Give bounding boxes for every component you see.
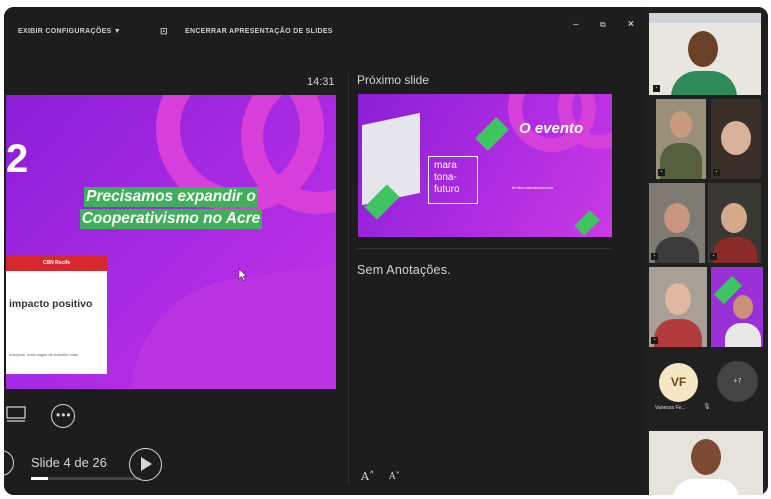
participants-panel: ▪ ▪ ▪ ▪ ▪ ▪ [644, 7, 768, 495]
slide-headline: Precisamos expandir o Cooperativismo no … [56, 186, 286, 230]
participant-shirt [654, 319, 702, 347]
participant-face [733, 295, 753, 319]
ellipsis-icon: ••• [56, 408, 72, 422]
headline-line-2: Cooperativismo no Acre [79, 209, 263, 229]
background-shelf [649, 13, 761, 23]
presenter-toolbar: EXIBIR CONFIGURAÇÕES ▼ ⊡ ENCERRAR APRESE… [4, 7, 644, 51]
participant-face [721, 203, 747, 233]
card-small-text: unicípios, mais vagas de trabalho mias. [9, 352, 80, 357]
mic-icon: ▪ [710, 253, 717, 260]
slide-decoration [115, 256, 336, 389]
avatar[interactable]: VF [659, 363, 698, 402]
next-slide-button[interactable] [129, 448, 162, 481]
increase-font-icon[interactable]: A˄ [361, 470, 374, 483]
slide-number-fragment: 2 [6, 137, 29, 181]
label-line: mara [434, 160, 457, 171]
clock: 14:31 [307, 76, 335, 88]
current-slide[interactable]: 2 Precisamos expandir o Cooperativismo n… [6, 95, 336, 389]
mouse-cursor-icon [238, 268, 247, 281]
participant-shirt [660, 143, 702, 179]
speaker-notes: Sem Anotações. [357, 263, 451, 277]
mic-icon: ▪ [653, 85, 660, 92]
next-slide-label: Próximo slide [357, 73, 430, 87]
participant-shirt [673, 479, 739, 495]
participant-face [665, 283, 691, 315]
maratona-label: mara tona- futuro [428, 156, 478, 204]
participant-face [721, 121, 751, 155]
mic-icon: 🎙 [703, 404, 711, 410]
participant-video[interactable]: ▪ [656, 99, 706, 179]
more-participants-button[interactable]: +7 [717, 361, 758, 402]
meeting-window: EXIBIR CONFIGURAÇÕES ▼ ⊡ ENCERRAR APRESE… [4, 7, 768, 495]
restore-button[interactable]: ⧉ [600, 20, 606, 30]
label-line: tona- [434, 172, 457, 183]
participant-name: Vanessa Fe... [655, 405, 686, 411]
slide-progress-fill [31, 477, 48, 480]
previous-slide-button[interactable] [4, 450, 14, 476]
mic-icon: ▪ [651, 337, 658, 344]
participant-face [664, 203, 690, 233]
mic-icon: ▪ [658, 169, 665, 176]
green-shape [475, 117, 509, 151]
decrease-font-icon[interactable]: A˅ [389, 472, 400, 482]
participant-face [670, 111, 692, 138]
participant-video[interactable]: ▪ [649, 13, 761, 95]
pane-divider [348, 73, 349, 485]
participant-shirt [725, 323, 761, 347]
slide-progress-bar [31, 477, 141, 480]
green-shape [574, 210, 600, 236]
mic-icon: ▪ [651, 253, 658, 260]
more-options-button[interactable]: ••• [51, 404, 75, 428]
mic-icon: ▪ [713, 169, 720, 176]
participant-face [688, 31, 718, 67]
headline-line-1: Precisamos expandir o [84, 187, 258, 207]
play-icon [141, 457, 152, 471]
label-line: futuro [434, 184, 460, 195]
slide-counter: Slide 4 de 26 [31, 455, 107, 470]
participant-video[interactable] [649, 431, 763, 495]
close-button[interactable]: × [628, 19, 634, 30]
card-title: impacto positivo [9, 298, 93, 310]
display-settings-button[interactable]: EXIBIR CONFIGURAÇÕES ▼ [18, 28, 121, 35]
participant-face [691, 439, 721, 475]
minimize-button[interactable]: – [573, 19, 579, 30]
news-card: CBN Recife impacto positivo unicípios, m… [6, 256, 107, 374]
participant-video[interactable]: ▪ [649, 183, 705, 263]
next-slide-title: O evento [519, 120, 584, 137]
presenter-view: EXIBIR CONFIGURAÇÕES ▼ ⊡ ENCERRAR APRESE… [4, 7, 644, 495]
participant-video[interactable]: ▪ [708, 183, 761, 263]
participant-shirt [655, 237, 699, 263]
all-slides-icon[interactable] [6, 405, 28, 423]
participant-video[interactable] [711, 267, 763, 347]
participant-shirt [671, 71, 737, 95]
participant-shirt [713, 237, 757, 263]
participant-video[interactable]: ▪ [649, 267, 707, 347]
end-slideshow-button[interactable]: ENCERRAR APRESENTAÇÃO DE SLIDES [185, 28, 333, 35]
next-slide-preview[interactable]: mara tona- futuro O evento territorioabr… [358, 94, 612, 237]
next-slide-tiny-text: territorioabrasemancao [512, 185, 554, 190]
end-slideshow-icon[interactable]: ⊡ [160, 26, 168, 37]
notes-divider [357, 248, 611, 249]
card-brand: CBN Recife [6, 256, 107, 271]
participant-video[interactable]: ▪ [711, 99, 761, 179]
